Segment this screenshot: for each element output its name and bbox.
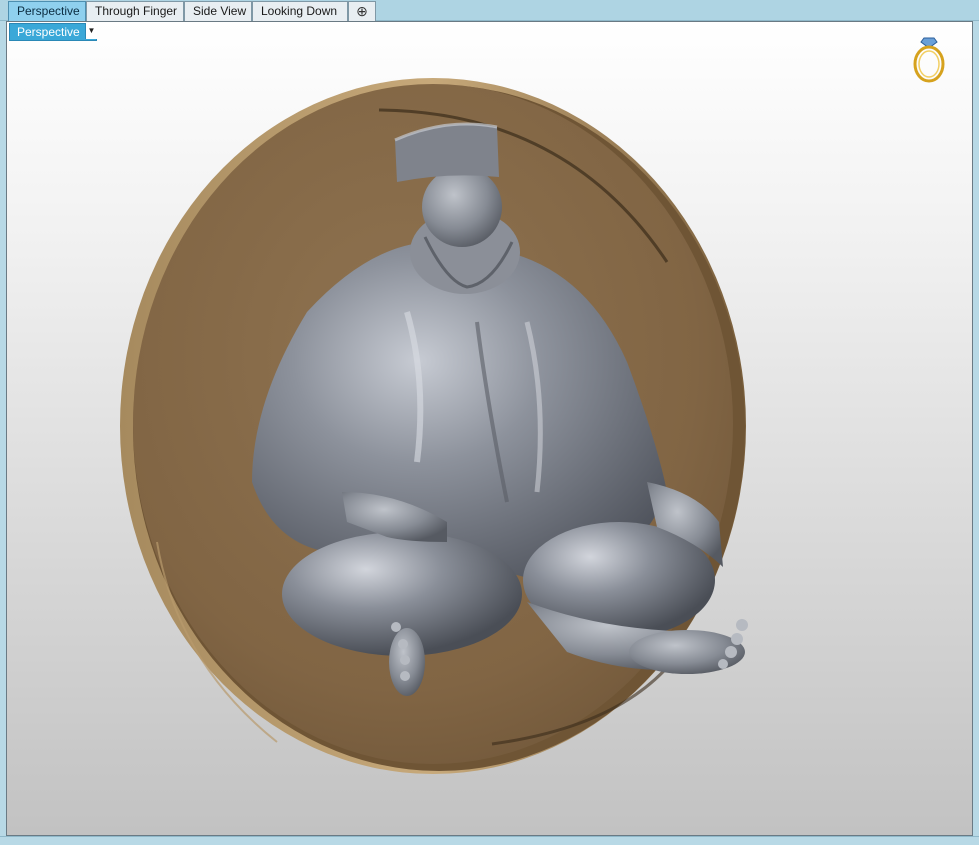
triangle-down-icon[interactable]: ▼ <box>85 23 97 39</box>
tab-looking-down[interactable]: Looking Down <box>252 1 348 21</box>
tab-through-finger[interactable]: Through Finger <box>86 1 184 21</box>
bottom-border <box>0 836 979 845</box>
add-tab-button[interactable]: ⊕ <box>348 1 376 21</box>
tab-side-view[interactable]: Side View <box>184 1 252 21</box>
viewport-name-button[interactable]: Perspective <box>9 23 97 41</box>
perspective-viewport[interactable]: Perspective ▼ <box>6 21 973 836</box>
viewport-tab-bar: Perspective Through Finger Side View Loo… <box>0 0 979 21</box>
face <box>422 167 502 247</box>
tab-perspective[interactable]: Perspective <box>8 1 86 21</box>
ring-icon[interactable] <box>909 32 949 84</box>
3d-model-render[interactable] <box>7 22 973 836</box>
